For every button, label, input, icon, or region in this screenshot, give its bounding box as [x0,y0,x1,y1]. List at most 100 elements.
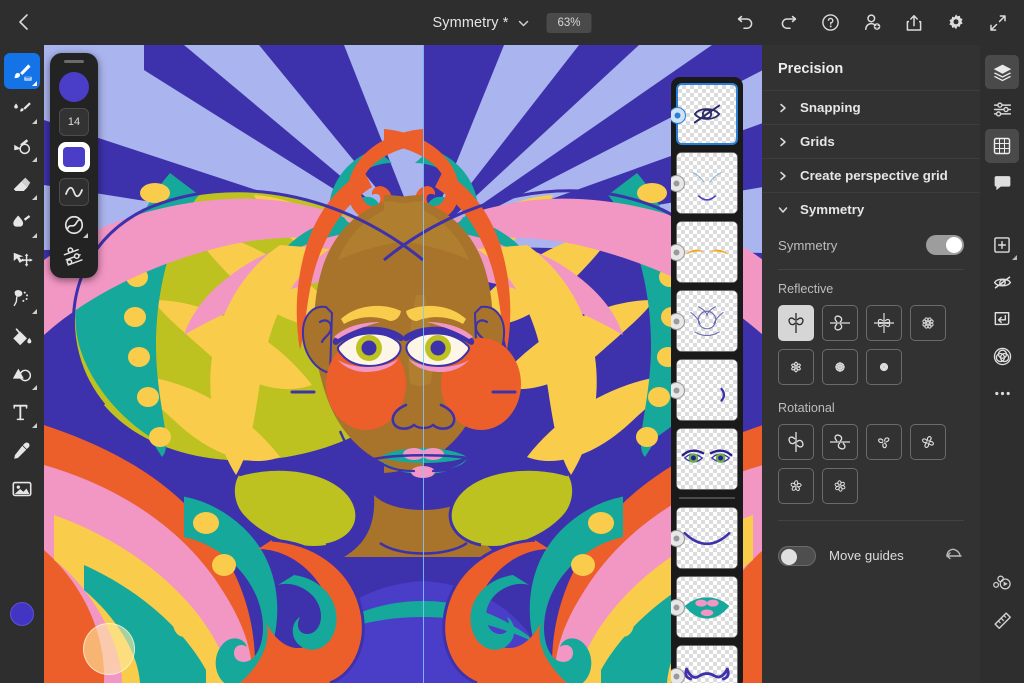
ruler-button[interactable] [985,603,1019,637]
visibility-dot-icon [673,111,682,120]
layer-thumb-line-art[interactable] [676,290,738,352]
reflective-4-way[interactable] [866,305,902,341]
tool-flyout-indicator [1012,255,1017,260]
eyedropper-tool[interactable] [4,433,40,469]
timelapse-button[interactable] [985,566,1019,600]
layer-thumbnail [677,153,737,213]
symmetry-body: Symmetry Reflective [762,226,980,566]
mirror-4-icon [872,311,896,335]
blend-mode-icon [63,214,85,236]
reflective-1-axis[interactable] [778,305,814,341]
symmetry-section[interactable]: Symmetry [762,192,980,226]
reflective-8-way[interactable] [910,305,946,341]
layer-thumb-lips[interactable] [676,576,738,638]
reflective-horizontal[interactable] [822,305,858,341]
rotational-2-way[interactable] [778,424,814,460]
blend-mode-button[interactable] [985,339,1019,373]
drag-handle[interactable] [64,60,84,63]
blur-tool[interactable] [4,205,40,241]
rotational-4-way[interactable] [910,424,946,460]
invite-button[interactable] [852,3,892,43]
symmetry-toggle[interactable] [926,235,964,255]
layer-thumb-sketch[interactable] [676,152,738,214]
tool-options-popup[interactable]: 14 [50,53,98,278]
snapping-label: Snapping [800,100,861,115]
transform-tool[interactable] [4,243,40,279]
merge-down-button[interactable] [985,302,1019,336]
comments-button[interactable] [985,166,1019,200]
rotational-6-way[interactable] [822,468,858,504]
divider [778,520,964,521]
layer-thumb-stroke[interactable] [676,359,738,421]
single-stroke-thumb [677,360,737,420]
symmetry-toggle-label: Symmetry [778,238,837,253]
more-options-button[interactable] [985,376,1019,410]
grids-section[interactable]: Grids [762,124,980,158]
brush-settings-button[interactable] [59,244,89,270]
rotational-horizontal[interactable] [822,424,858,460]
tool-flyout-indicator [32,157,37,162]
layer-thumb-eyes[interactable] [676,428,738,490]
mirror-16-icon [828,355,852,379]
document-title-group[interactable]: Symmetry * 63% [433,0,592,45]
layer-thumb-nose[interactable] [676,645,738,683]
rot-2-icon [784,430,808,454]
page-title: Symmetry * [433,15,509,31]
hide-layer-button[interactable] [985,265,1019,299]
brush-preview[interactable] [59,72,89,102]
lasso-select-tool[interactable] [4,281,40,317]
rotational-label: Rotational [778,401,964,415]
color-swatch[interactable] [4,596,40,632]
symmetry-guide-line[interactable] [423,45,424,683]
snapping-section[interactable]: Snapping [762,90,980,124]
add-layer-button[interactable] [985,228,1019,262]
paintbrush-tool[interactable] [4,53,40,89]
rotational-5-way[interactable] [778,468,814,504]
move-guides-toggle[interactable] [778,546,816,566]
canvas-area[interactable]: 14 [44,45,763,683]
shape-tool[interactable] [4,357,40,393]
settings-button[interactable] [936,3,976,43]
share-button[interactable] [894,3,934,43]
help-button[interactable] [810,3,850,43]
reflective-16-way[interactable] [822,349,858,385]
layers-panel-button[interactable] [985,55,1019,89]
venn-circles-icon [992,346,1013,367]
undo-button[interactable] [726,3,766,43]
smudge-tool[interactable] [4,129,40,165]
artwork-canvas[interactable] [44,45,763,683]
layer-filmstrip[interactable] [671,77,743,683]
adjustments-button[interactable] [985,92,1019,126]
image-icon [11,478,33,500]
left-toolbar [0,45,44,683]
chevron-right-icon [778,103,788,113]
color-circle-icon [10,602,34,626]
reset-arrow-icon [944,545,964,561]
brush-size-field[interactable]: 14 [59,108,89,136]
place-image-tool[interactable] [4,471,40,507]
layer-thumb-hidden-top[interactable] [676,83,738,145]
rotational-3-way[interactable] [866,424,902,460]
fullscreen-button[interactable] [978,3,1018,43]
layer-visibility-toggle[interactable] [671,668,685,683]
chevron-right-icon [778,171,788,181]
reflective-12-way[interactable] [778,349,814,385]
blend-mode-button[interactable] [59,212,89,238]
fill-tool[interactable] [4,319,40,355]
active-color-swatch[interactable] [58,142,90,172]
reflective-24-way[interactable] [866,349,902,385]
paintbrush-icon [11,60,34,83]
chevron-down-icon[interactable] [517,17,529,29]
eraser-tool[interactable] [4,167,40,203]
redo-button[interactable] [768,3,808,43]
precision-panel-button[interactable] [985,129,1019,163]
smoothing-button[interactable] [59,178,89,206]
text-tool[interactable] [4,395,40,431]
zoom-level-chip[interactable]: 63% [546,13,591,33]
perspective-grid-section[interactable]: Create perspective grid [762,158,980,192]
watercolor-brush-tool[interactable] [4,91,40,127]
reset-guides-button[interactable] [944,545,964,566]
layer-thumb-chin[interactable] [676,507,738,569]
layer-thumb-eyebrows[interactable] [676,221,738,283]
back-button[interactable] [8,6,40,38]
